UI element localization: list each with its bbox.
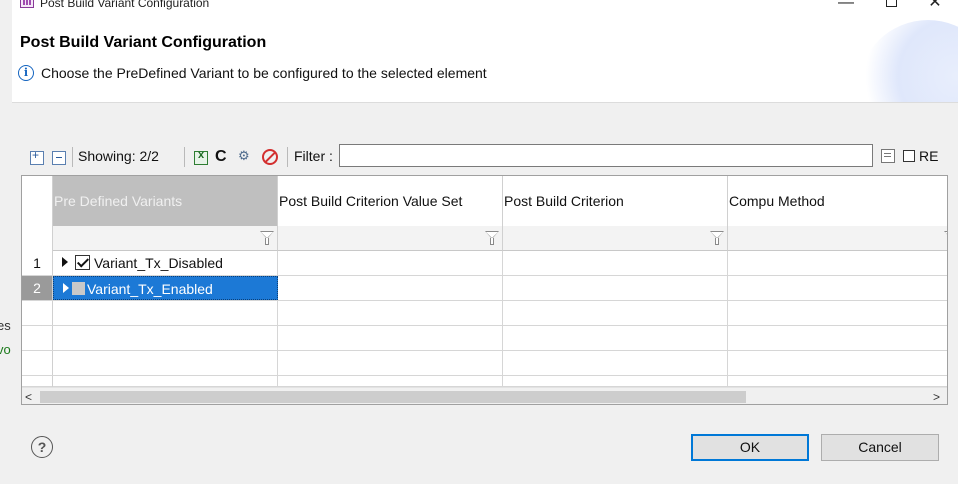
- column-header-compu-method[interactable]: Compu Method: [728, 176, 947, 226]
- column-header-label: Post Build Criterion Value Set: [279, 193, 463, 209]
- column-header-label: Post Build Criterion: [504, 193, 624, 209]
- table-cell[interactable]: [503, 251, 728, 275]
- scroll-thumb[interactable]: [40, 391, 746, 403]
- dialog-header: Post Build Variant Configuration i Choos…: [12, 14, 958, 102]
- variants-table: Pre Defined Variants Post Build Criterio…: [21, 175, 948, 405]
- variant-checkbox[interactable]: [75, 255, 90, 270]
- settings-icon[interactable]: ⚙: [238, 148, 254, 164]
- column-filter-cell[interactable]: [728, 226, 947, 251]
- title-bar: Post Build Variant Configuration — ✕: [12, 0, 958, 14]
- toolbar-separator: [72, 147, 73, 167]
- row-number: 1: [22, 251, 53, 275]
- minimize-button[interactable]: —: [831, 0, 861, 14]
- column-header-label: Pre Defined Variants: [54, 193, 183, 209]
- empty-row: [22, 351, 947, 376]
- column-header-label: Compu Method: [729, 193, 825, 209]
- column-filter-cell[interactable]: [53, 226, 278, 251]
- table-row[interactable]: 1 Variant_Tx_Disabled: [22, 251, 947, 276]
- dialog-message: Choose the PreDefined Variant to be conf…: [41, 65, 487, 81]
- scroll-right-button[interactable]: >: [933, 390, 940, 404]
- column-filter-cell[interactable]: [278, 226, 503, 251]
- maximize-icon: [885, 0, 897, 7]
- column-filter-cell[interactable]: [503, 226, 728, 251]
- export-excel-icon[interactable]: [194, 149, 208, 165]
- toolbar-separator: [184, 147, 185, 167]
- close-button[interactable]: ✕: [920, 0, 950, 14]
- expand-all-icon[interactable]: [30, 148, 44, 165]
- cancel-button[interactable]: Cancel: [821, 434, 939, 461]
- app-icon: [20, 0, 34, 8]
- maximize-button[interactable]: [876, 0, 906, 14]
- table-cell[interactable]: [728, 276, 947, 300]
- scroll-left-button[interactable]: <: [25, 390, 32, 404]
- variant-name: Variant_Tx_Disabled: [94, 255, 223, 271]
- empty-row: [22, 301, 947, 326]
- clear-filter-icon[interactable]: [262, 149, 278, 165]
- ok-button[interactable]: OK: [691, 434, 809, 461]
- column-header-criterion[interactable]: Post Build Criterion: [503, 176, 728, 226]
- column-header-criterion-value-set[interactable]: Post Build Criterion Value Set: [278, 176, 503, 226]
- variant-checkbox[interactable]: [72, 282, 85, 295]
- table-cell[interactable]: [728, 251, 947, 275]
- dialog: Post Build Variant Configuration — ✕ Pos…: [12, 0, 958, 484]
- collapse-all-icon[interactable]: [52, 151, 66, 165]
- regex-checkbox[interactable]: [903, 150, 915, 162]
- regex-label: RE: [919, 148, 939, 164]
- table-cell[interactable]: [278, 251, 503, 275]
- info-icon: i: [18, 65, 34, 81]
- regex-options-icon[interactable]: [881, 149, 895, 163]
- background-text: es: [0, 318, 11, 333]
- variant-name: Variant_Tx_Enabled: [87, 281, 213, 297]
- toolbar-separator: [287, 147, 288, 167]
- row-number: 2: [22, 276, 53, 300]
- table-toolbar: Showing: 2/2 C ⚙ Filter : RE: [12, 143, 958, 169]
- showing-count: Showing: 2/2: [78, 148, 159, 164]
- dialog-title: Post Build Variant Configuration: [20, 34, 267, 51]
- table-cell[interactable]: [503, 276, 728, 300]
- header-decoration: [858, 20, 958, 102]
- empty-row: [22, 326, 947, 351]
- column-header-pre-defined-variants[interactable]: Pre Defined Variants: [53, 176, 278, 226]
- expand-arrow-icon[interactable]: [62, 257, 68, 267]
- help-icon[interactable]: ?: [31, 436, 53, 458]
- filter-funnel-icon[interactable]: [485, 231, 499, 245]
- variant-cell[interactable]: Variant_Tx_Enabled: [53, 276, 278, 300]
- expand-arrow-icon[interactable]: [63, 283, 69, 293]
- filter-funnel-icon[interactable]: [710, 231, 724, 245]
- horizontal-scrollbar[interactable]: < >: [22, 387, 947, 404]
- variant-cell[interactable]: Variant_Tx_Disabled: [53, 251, 278, 275]
- filter-funnel-icon[interactable]: [260, 231, 274, 245]
- table-row[interactable]: 2 Variant_Tx_Enabled: [22, 276, 947, 301]
- empty-row: [22, 376, 947, 387]
- window-title: Post Build Variant Configuration: [40, 0, 210, 10]
- background-text: vo: [0, 342, 11, 357]
- table-corner: [22, 176, 53, 251]
- header-separator: [12, 102, 958, 131]
- filter-input[interactable]: [339, 144, 873, 167]
- table-cell[interactable]: [278, 276, 503, 300]
- filter-funnel-icon[interactable]: [944, 231, 947, 245]
- refresh-icon[interactable]: C: [215, 148, 231, 165]
- filter-label: Filter :: [294, 148, 333, 164]
